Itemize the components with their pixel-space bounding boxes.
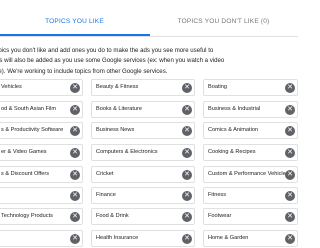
- remove-topic-icon[interactable]: ✕: [285, 212, 295, 222]
- topics-grid: Vehicles ✕ Beauty & Fitness ✕ Boating ✕ od & S…: [0, 0, 298, 248]
- topic-chip: Fitness ✕: [203, 187, 298, 204]
- topic-chip-label: Fitness: [208, 192, 227, 198]
- topic-chip: Home & Garden ✕: [203, 230, 298, 247]
- topic-chip: Cricket ✕: [91, 166, 195, 183]
- topic-chip-label: Vehicles: [1, 84, 22, 90]
- remove-topic-icon[interactable]: ✕: [182, 126, 192, 136]
- remove-topic-icon[interactable]: ✕: [70, 105, 80, 115]
- topic-chip: Finance ✕: [91, 187, 195, 204]
- remove-topic-icon[interactable]: ✕: [70, 126, 80, 136]
- remove-topic-icon[interactable]: ✕: [70, 212, 80, 222]
- topic-chip-label: Business News: [96, 127, 135, 133]
- topic-chip: od & South Asian Film ✕: [0, 101, 83, 118]
- remove-topic-icon[interactable]: ✕: [70, 148, 80, 158]
- topic-chip: Vehicles ✕: [0, 79, 83, 96]
- topic-chip: Boating ✕: [203, 79, 298, 96]
- remove-topic-icon[interactable]: ✕: [285, 126, 295, 136]
- topic-chip-label: Finance: [96, 192, 116, 198]
- topic-chip: Custom & Performance Vehicles ✕: [203, 166, 298, 183]
- remove-topic-icon[interactable]: ✕: [285, 148, 295, 158]
- topic-chip-label: Cooking & Recipes: [208, 149, 256, 155]
- topic-chip: s & Discount Offers ✕: [0, 166, 83, 183]
- remove-topic-icon[interactable]: ✕: [285, 234, 295, 244]
- topic-chip-label: Food & Drink: [96, 213, 129, 219]
- topic-chip-label: Books & Literature: [96, 106, 143, 112]
- remove-topic-icon[interactable]: ✕: [285, 191, 295, 201]
- topic-chip-label: Home & Garden: [208, 235, 249, 241]
- topic-chip: Computers & Electronics ✕: [91, 144, 195, 161]
- remove-topic-icon[interactable]: ✕: [70, 170, 80, 180]
- topic-chip-label: Health Insurance: [96, 235, 139, 241]
- topic-chip: Comics & Animation ✕: [203, 122, 298, 139]
- topic-chip-label: Boating: [208, 84, 227, 90]
- topic-chip: Cooking & Recipes ✕: [203, 144, 298, 161]
- topic-chip: s & Productivity Software ✕: [0, 122, 83, 139]
- topic-chip-label: er & Video Games: [1, 149, 47, 155]
- topic-chip-label: Footwear: [208, 213, 232, 219]
- remove-topic-icon[interactable]: ✕: [70, 191, 80, 201]
- topic-chip: ✕: [0, 230, 83, 247]
- remove-topic-icon[interactable]: ✕: [70, 234, 80, 244]
- topic-chip: Health Insurance ✕: [91, 230, 195, 247]
- remove-topic-icon[interactable]: ✕: [182, 234, 192, 244]
- topic-chip-label: Beauty & Fitness: [96, 84, 139, 90]
- remove-topic-icon[interactable]: ✕: [182, 105, 192, 115]
- remove-topic-icon[interactable]: ✕: [285, 170, 295, 180]
- topic-chip: Technology Products ✕: [0, 208, 83, 225]
- topic-chip-label: od & South Asian Film: [1, 106, 57, 112]
- topic-chip-label: Business & Industrial: [208, 106, 261, 112]
- remove-topic-icon[interactable]: ✕: [285, 105, 295, 115]
- topic-chip: Books & Literature ✕: [91, 101, 195, 118]
- remove-topic-icon[interactable]: ✕: [182, 170, 192, 180]
- remove-topic-icon[interactable]: ✕: [70, 83, 80, 93]
- topic-chip: Beauty & Fitness ✕: [91, 79, 195, 96]
- topic-chip-label: s & Productivity Software: [1, 127, 64, 133]
- remove-topic-icon[interactable]: ✕: [182, 191, 192, 201]
- topic-chip-label: s & Discount Offers: [1, 171, 50, 177]
- remove-topic-icon[interactable]: ✕: [182, 148, 192, 158]
- topic-chip-label: Comics & Animation: [208, 127, 259, 133]
- topic-chip: ✕: [0, 187, 83, 204]
- topic-chip: Food & Drink ✕: [91, 208, 195, 225]
- topic-chip-label: Technology Products: [1, 213, 53, 219]
- topic-chip: Business & Industrial ✕: [203, 101, 298, 118]
- topic-chip: er & Video Games ✕: [0, 144, 83, 161]
- topic-chip-label: Custom & Performance Vehicles: [208, 171, 289, 177]
- topic-chip: Business News ✕: [91, 122, 195, 139]
- topic-chip-label: Cricket: [96, 171, 114, 177]
- remove-topic-icon[interactable]: ✕: [285, 83, 295, 93]
- topic-chip-label: Computers & Electronics: [96, 149, 158, 155]
- remove-topic-icon[interactable]: ✕: [182, 83, 192, 93]
- remove-topic-icon[interactable]: ✕: [182, 212, 192, 222]
- topic-chip: Footwear ✕: [203, 208, 298, 225]
